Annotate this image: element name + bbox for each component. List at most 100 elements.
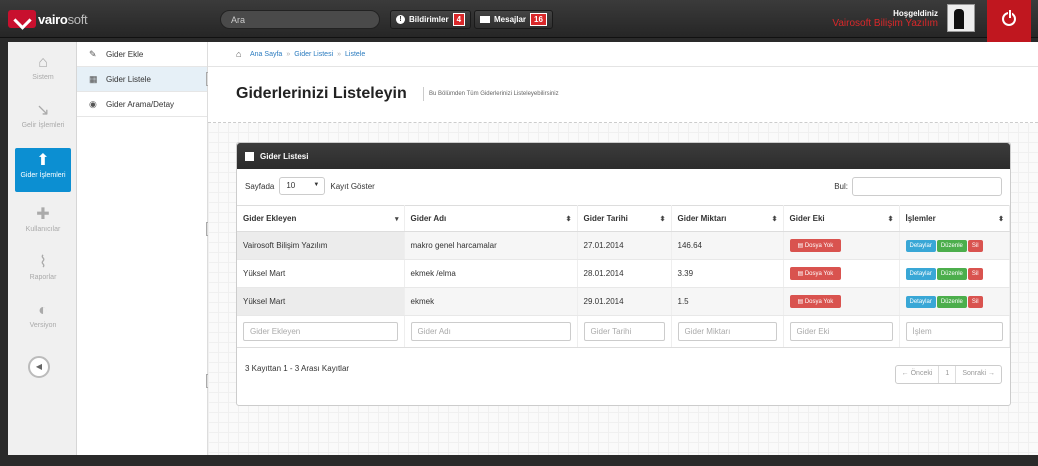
logo[interactable]: vairosoft [8, 10, 88, 28]
table-row: Vairosoft Bilişim Yazılım makro genel ha… [237, 231, 1010, 260]
messages-label: Mesajlar [494, 15, 527, 24]
no-file-button[interactable]: ▤ Dosya Yok [789, 295, 842, 308]
filter-amount-input[interactable] [677, 322, 777, 341]
find-control: Bul: [834, 177, 1002, 196]
top-bar: vairosoft ! Bildirimler 4 Mesajlar 16 Ho… [0, 0, 1038, 38]
welcome-block: Hoşgeldiniz Vairosoft Bilişim Yazılım [832, 9, 938, 29]
sidebar-item-gelir[interactable]: ↘ Gelir İşlemleri [15, 98, 71, 142]
records-info: 3 Kayıttan 1 - 3 Arası Kayıtlar [245, 364, 350, 373]
prev-page-button[interactable]: ← Önceki [896, 366, 940, 383]
edit-button[interactable]: Düzenle [936, 295, 967, 308]
sidebar-item-raporlar[interactable]: ⌇ Raporlar [15, 250, 71, 294]
sort-icon: ⬍ [659, 216, 666, 223]
table-icon: ▦ [89, 74, 98, 84]
page-size-control: Sayfada 10 Kayıt Göster [245, 177, 375, 195]
avatar[interactable] [947, 4, 975, 32]
filter-attachment-input[interactable] [789, 322, 893, 341]
column-header-actions[interactable]: İşlemler ⬍ [899, 205, 1010, 232]
filter-actions-input[interactable] [905, 322, 1003, 341]
logo-text-soft: soft [67, 11, 88, 27]
sidebar-item-versiyon[interactable]: ◐ Versiyon [15, 298, 71, 342]
details-button[interactable]: Detaylar [905, 295, 936, 308]
logo-mark-icon [8, 10, 36, 28]
page-subtitle: Bu Bölümden Tüm Giderlerinizi Listeleyeb… [423, 87, 559, 101]
logo-text-main: vairo [38, 11, 68, 27]
table-icon [245, 151, 254, 161]
breadcrumb-item-home[interactable]: Ana Sayfa [250, 51, 282, 58]
page-header: Giderlerinizi Listeleyin Bu Bölümden Tüm… [208, 67, 1038, 123]
sort-icon: ⬍ [887, 216, 894, 223]
arrow-down-icon: ↘ [36, 102, 50, 119]
breadcrumb-item-current[interactable]: Listele [345, 51, 365, 58]
eye-icon: ◉ [89, 99, 97, 109]
submenu: ✎ Gider Ekle ▦ Gider Listele ◉ Gider Ara… [77, 42, 208, 455]
column-header-adder[interactable]: Gider Ekleyen ▾ [237, 205, 405, 232]
sort-icon: ⬍ [565, 216, 572, 223]
welcome-text: Hoşgeldiniz [893, 9, 938, 18]
expense-table: Gider Ekleyen ▾ Gider Adı ⬍ Gider Tarihi ⬍ … [237, 205, 1010, 348]
wand-icon: ✎ [89, 49, 97, 59]
page-size-select[interactable]: 10 [279, 177, 326, 195]
widget-header: Gider Listesi [237, 143, 1010, 169]
sort-icon: ⬍ [771, 216, 778, 223]
filter-name-input[interactable] [410, 322, 571, 341]
page-1-button[interactable]: 1 [939, 366, 957, 383]
find-input[interactable] [852, 177, 1002, 196]
user-add-icon: ✚ [36, 206, 50, 223]
details-button[interactable]: Detaylar [905, 267, 936, 280]
paperclip-icon: ⌇ [39, 254, 47, 271]
notifications-button[interactable]: ! Bildirimler 4 [390, 10, 472, 29]
collapse-sidebar-button[interactable]: ◀ [28, 356, 50, 378]
submenu-item-gider-listele[interactable]: ▦ Gider Listele [77, 67, 207, 92]
notifications-count: 4 [452, 13, 466, 26]
user-silhouette-icon [954, 9, 964, 29]
filter-adder-input[interactable] [243, 322, 398, 341]
filter-date-input[interactable] [583, 322, 665, 341]
details-button[interactable]: Detaylar [905, 239, 936, 252]
column-header-attachment[interactable]: Gider Eki ⬍ [783, 205, 900, 232]
sidebar-item-sistem[interactable]: ⌂ Sistem [15, 50, 71, 94]
edit-button[interactable]: Düzenle [936, 239, 967, 252]
notifications-label: Bildirimler [409, 15, 449, 24]
power-icon [1002, 9, 1016, 26]
sidebar-item-kullanicilar[interactable]: ✚ Kullanıcılar [15, 202, 71, 246]
icon-sidebar: ⌂ Sistem ↘ Gelir İşlemleri ⬆ Gider İşlem… [8, 42, 77, 455]
home-icon: ⌂ [38, 54, 48, 71]
toggle-icon: ◐ [38, 302, 48, 319]
expense-list-widget: Gider Listesi Sayfada 10 Kayıt Göster Bu… [236, 142, 1011, 406]
breadcrumb-item-list[interactable]: Gider Listesi [294, 51, 333, 58]
envelope-icon [480, 16, 490, 23]
table-row: Yüksel Mart ekmek /elma 28.01.2014 3.39 … [237, 259, 1010, 288]
sidebar-item-gider[interactable]: ⬆ Gider İşlemleri [15, 148, 71, 192]
delete-button[interactable]: Sil [967, 267, 983, 280]
user-name[interactable]: Vairosoft Bilişim Yazılım [832, 18, 938, 29]
arrow-up-icon: ⬆ [36, 152, 50, 169]
delete-button[interactable]: Sil [967, 239, 983, 252]
breadcrumb: ⌂ Ana Sayfa» Gider Listesi» Listele [208, 42, 1038, 67]
delete-button[interactable]: Sil [967, 295, 983, 308]
search-input[interactable] [220, 10, 380, 29]
submenu-item-gider-arama[interactable]: ◉ Gider Arama/Detay [77, 92, 207, 117]
chevron-left-icon: ◀ [35, 362, 43, 371]
column-header-name[interactable]: Gider Adı ⬍ [404, 205, 578, 232]
widget-title: Gider Listesi [260, 151, 309, 161]
column-header-date[interactable]: Gider Tarihi ⬍ [577, 205, 672, 232]
sort-icon: ⬍ [998, 216, 1004, 223]
home-icon[interactable]: ⌂ [236, 50, 246, 59]
alert-icon: ! [396, 15, 405, 24]
filter-row [237, 315, 1010, 348]
sort-desc-icon: ▾ [394, 216, 399, 223]
no-file-button[interactable]: ▤ Dosya Yok [789, 239, 842, 252]
column-header-amount[interactable]: Gider Miktarı ⬍ [671, 205, 784, 232]
next-page-button[interactable]: Sonraki → [956, 366, 1001, 383]
pagination: ← Önceki 1 Sonraki → [894, 365, 1002, 384]
no-file-button[interactable]: ▤ Dosya Yok [789, 267, 842, 280]
submenu-item-gider-ekle[interactable]: ✎ Gider Ekle [77, 42, 207, 67]
messages-count: 16 [530, 13, 547, 26]
table-row: Yüksel Mart ekmek 29.01.2014 1.5 ▤ Dosya… [237, 287, 1010, 316]
bottom-bar [0, 455, 1038, 466]
main-content: ⌂ Ana Sayfa» Gider Listesi» Listele Giderl… [208, 42, 1038, 455]
page-title: Giderlerinizi Listeleyin [236, 85, 407, 102]
edit-button[interactable]: Düzenle [936, 267, 967, 280]
messages-button[interactable]: Mesajlar 16 [474, 10, 553, 29]
